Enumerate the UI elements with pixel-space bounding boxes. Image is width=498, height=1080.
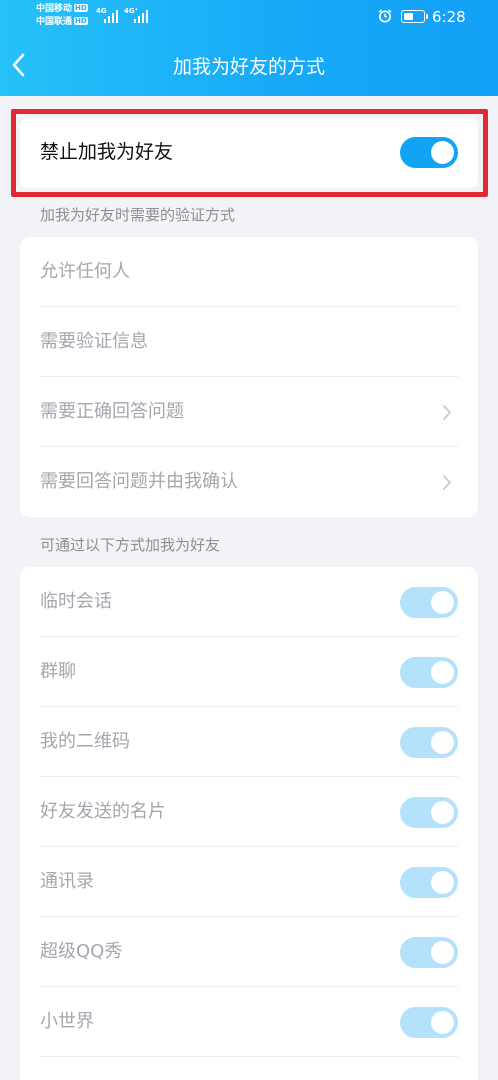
source-item-group-chat[interactable]: 群聊 <box>20 637 478 707</box>
carrier-2: 中国联通 HD <box>36 17 88 27</box>
divider <box>40 1056 458 1057</box>
option-label: 需要正确回答问题 <box>40 401 184 422</box>
source-item-super-qq-show[interactable]: 超级QQ秀 <box>20 917 478 987</box>
source-label: 临时会话 <box>40 591 112 612</box>
option-label: 需要验证信息 <box>40 331 148 352</box>
hd-badge: HD <box>74 17 88 25</box>
source-options-card: 临时会话 群聊 我的二维码 好友发送的名片 通讯录 超级QQ秀 小世界 <box>20 567 478 1080</box>
toggle-knob <box>431 591 454 614</box>
source-toggle[interactable] <box>400 797 458 828</box>
source-label: 群聊 <box>40 661 76 682</box>
clock: 6:28 <box>432 8 466 26</box>
source-item-shared-card[interactable]: 好友发送的名片 <box>20 777 478 847</box>
page-title: 加我为好友的方式 <box>172 56 325 78</box>
source-toggle[interactable] <box>400 727 458 758</box>
source-toggle[interactable] <box>400 657 458 688</box>
verify-option-message[interactable]: 需要验证信息 <box>20 307 478 377</box>
chevron-right-icon <box>443 475 451 490</box>
source-label: 小世界 <box>40 1011 94 1032</box>
verify-option-correct-answer[interactable]: 需要正确回答问题 <box>20 377 478 447</box>
verify-options-card: 允许任何人 需要验证信息 需要正确回答问题 需要回答问题并由我确认 <box>20 237 478 517</box>
source-label: 超级QQ秀 <box>40 941 123 962</box>
signal-icon <box>104 9 126 23</box>
toggle-knob <box>431 941 454 964</box>
source-label: 好友发送的名片 <box>40 801 166 822</box>
title-bar: 加我为好友的方式 <box>0 40 498 92</box>
battery-icon <box>401 10 428 23</box>
chevron-right-icon <box>443 405 451 420</box>
source-item-temp-chat[interactable]: 临时会话 <box>20 567 478 637</box>
status-bar: 中国移动 HD 中国联通 HD 4G 4G⁺ 6:28 <box>0 0 498 34</box>
toggle-knob <box>431 801 454 824</box>
toggle-knob <box>431 1011 454 1034</box>
verify-option-anyone[interactable]: 允许任何人 <box>20 237 478 307</box>
source-item-contacts[interactable]: 通讯录 <box>20 847 478 917</box>
source-label: 我的二维码 <box>40 731 130 752</box>
app-header: 中国移动 HD 中国联通 HD 4G 4G⁺ 6:28 加我为好友的方式 <box>0 0 498 96</box>
source-toggle[interactable] <box>400 867 458 898</box>
hd-badge: HD <box>74 4 88 12</box>
verify-option-answer-and-confirm[interactable]: 需要回答问题并由我确认 <box>20 447 478 517</box>
source-item-qr-code[interactable]: 我的二维码 <box>20 707 478 777</box>
source-section-title: 可通过以下方式加我为好友 <box>40 536 221 554</box>
source-label: 通讯录 <box>40 871 94 892</box>
source-toggle[interactable] <box>400 587 458 618</box>
toggle-knob <box>431 661 454 684</box>
source-item-small-world[interactable]: 小世界 <box>20 987 478 1057</box>
signal-icon <box>134 9 156 23</box>
toggle-knob <box>431 731 454 754</box>
option-label: 允许任何人 <box>40 261 130 282</box>
toggle-knob <box>431 871 454 894</box>
source-toggle[interactable] <box>400 937 458 968</box>
option-label: 需要回答问题并由我确认 <box>40 471 238 492</box>
carrier-1: 中国移动 HD <box>36 4 88 14</box>
alarm-icon <box>378 9 392 23</box>
highlight-box <box>11 109 488 197</box>
source-toggle[interactable] <box>400 1007 458 1038</box>
verify-section-title: 加我为好友时需要的验证方式 <box>40 206 236 224</box>
